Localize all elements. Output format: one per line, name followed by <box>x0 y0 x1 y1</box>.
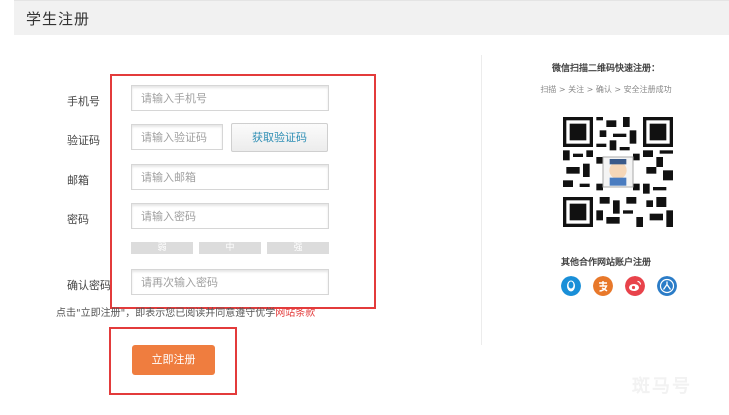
divider <box>481 55 482 345</box>
register-button[interactable]: 立即注册 <box>132 345 215 375</box>
page-header <box>14 0 729 35</box>
email-label: 邮箱 <box>67 174 89 187</box>
watermark: 斑马号 <box>632 376 692 397</box>
qr-title: 微信扫描二维码快速注册： <box>551 64 660 74</box>
agreement-prefix: 点击"立即注册"，即表示您已阅读并同意遵守优学 <box>56 308 276 319</box>
agreement-text: 点击"立即注册"，即表示您已阅读并同意遵守优学网站条款 <box>56 304 315 319</box>
renren-icon[interactable] <box>657 276 677 296</box>
code-label: 验证码 <box>67 134 100 147</box>
terms-link[interactable]: 网站条款 <box>275 308 315 319</box>
password-label: 密码 <box>67 213 89 226</box>
confirm-label: 确认密码 <box>67 279 111 292</box>
qq-icon[interactable] <box>561 276 581 296</box>
form-highlight-box <box>110 74 376 309</box>
phone-label: 手机号 <box>67 95 100 108</box>
page-title: 学生注册 <box>26 10 91 28</box>
weibo-icon[interactable] <box>625 276 645 296</box>
alipay-icon[interactable] <box>593 276 613 296</box>
wechat-qr-code <box>563 117 673 227</box>
qr-steps: 扫描 > 关注 > 确认 > 安全注册成功 <box>540 85 672 94</box>
partner-title: 其他合作网站账户注册 <box>560 258 651 268</box>
